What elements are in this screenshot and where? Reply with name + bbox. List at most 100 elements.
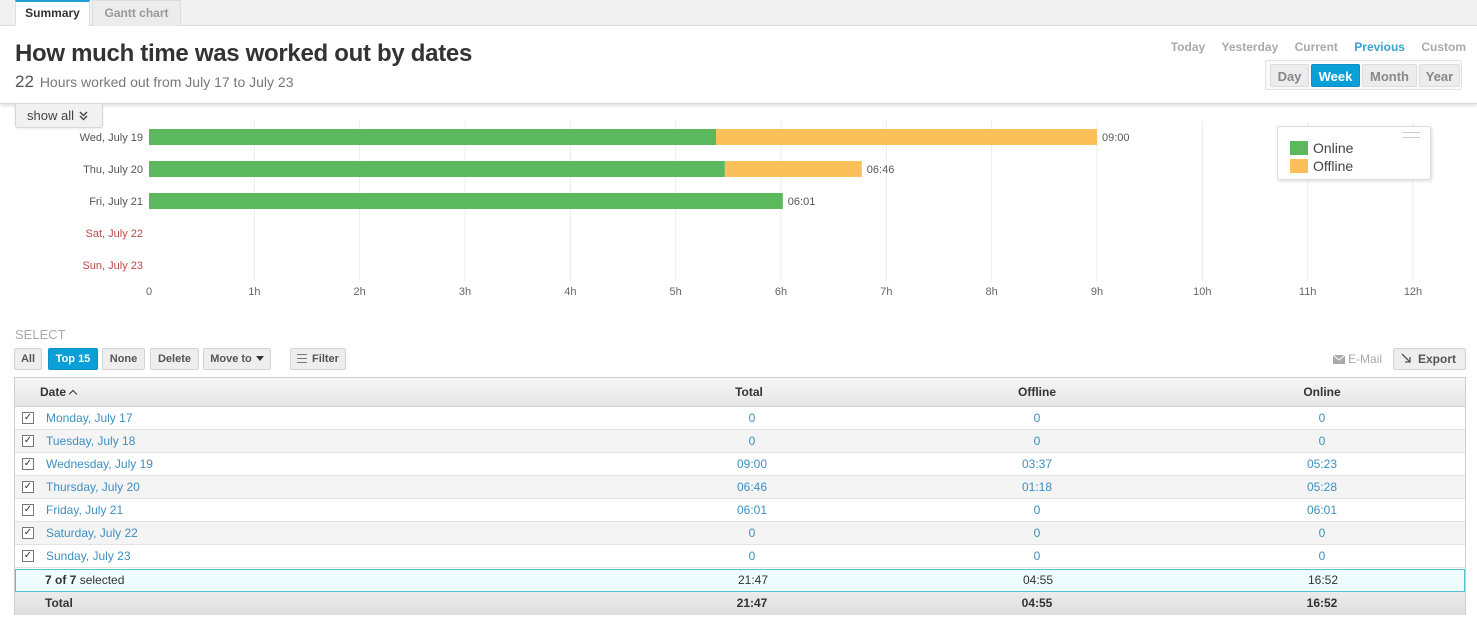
sort-ascending-icon <box>68 389 78 399</box>
hours-bar-chart: 0 1h 2h 3h 4h 5h 6h 7h 8h 9h 10h 11h 12h Wed, July 19… <box>80 121 1422 298</box>
y-category-label: Sun, July 23 <box>82 260 143 272</box>
table-row[interactable]: ✓ Friday, July 21 06:01 0 06:01 <box>15 499 1465 522</box>
select-all-button[interactable]: All <box>14 348 42 370</box>
legend-item-offline[interactable]: Offline <box>1290 158 1353 174</box>
delete-button[interactable]: Delete <box>150 348 199 370</box>
scale-year-button[interactable]: Year <box>1419 64 1460 87</box>
email-button[interactable]: E-Mail <box>1332 352 1383 366</box>
subtitle-text: Hours worked out from July 17 to July 23 <box>39 74 294 90</box>
filter-label: Filter <box>312 353 339 365</box>
row-date-link[interactable]: Saturday, July 22 <box>46 522 138 544</box>
row-total-link[interactable]: 06:01 <box>712 499 792 521</box>
row-checkbox[interactable]: ✓ <box>22 458 34 470</box>
period-current[interactable]: Current <box>1295 40 1338 54</box>
selected-summary-row: 7 of 7 selected 21:47 04:55 16:52 <box>15 569 1465 592</box>
row-date-link[interactable]: Sunday, July 23 <box>46 545 131 567</box>
row-date-link[interactable]: Thursday, July 20 <box>46 476 140 498</box>
x-tick-label: 6h <box>775 286 787 298</box>
select-top15-button[interactable]: Top 15 <box>48 348 98 370</box>
row-checkbox[interactable]: ✓ <box>22 481 34 493</box>
row-offline-link[interactable]: 0 <box>997 522 1077 544</box>
total-label: Total <box>45 596 73 610</box>
scale-month-button[interactable]: Month <box>1362 64 1417 87</box>
move-to-dropdown[interactable]: Move to <box>203 348 271 370</box>
tab-summary[interactable]: Summary <box>15 0 90 27</box>
row-online-link[interactable]: 06:01 <box>1282 499 1362 521</box>
legend-item-online[interactable]: Online <box>1290 140 1353 156</box>
filter-button[interactable]: Filter <box>290 348 346 370</box>
select-label: SELECT <box>15 327 66 342</box>
scale-week-button[interactable]: Week <box>1311 64 1360 87</box>
row-offline-link[interactable]: 0 <box>997 430 1077 452</box>
table-row[interactable]: ✓ Thursday, July 20 06:46 01:18 05:28 <box>15 476 1465 499</box>
row-online-link[interactable]: 0 <box>1282 545 1362 567</box>
select-none-button[interactable]: None <box>102 348 145 370</box>
row-date-link[interactable]: Friday, July 21 <box>46 499 123 521</box>
selected-count-value: 7 of 7 <box>45 573 77 587</box>
period-today[interactable]: Today <box>1171 40 1205 54</box>
report-header: How much time was worked out by dates 22… <box>0 26 1477 104</box>
period-links: Today Yesterday Current Previous Custom <box>1158 40 1466 54</box>
bar-online <box>149 129 717 145</box>
x-tick-label: 3h <box>459 286 471 298</box>
legend-label-online: Online <box>1313 140 1354 156</box>
bar-online <box>149 161 725 177</box>
row-online-link[interactable]: 05:23 <box>1282 453 1362 475</box>
export-arrow-icon <box>1401 353 1411 363</box>
row-offline-link[interactable]: 0 <box>997 407 1077 429</box>
row-total-link[interactable]: 0 <box>712 430 792 452</box>
page-subtitle: 22 Hours worked out from July 17 to July… <box>15 72 293 92</box>
bar-online <box>149 193 783 209</box>
export-label: Export <box>1418 352 1457 366</box>
row-offline-link[interactable]: 0 <box>997 545 1077 567</box>
row-total-link[interactable]: 0 <box>712 407 792 429</box>
table-row[interactable]: ✓ Tuesday, July 18 0 0 0 <box>15 430 1465 453</box>
selected-offline: 04:55 <box>1022 573 1054 587</box>
tab-gantt-chart[interactable]: Gantt chart <box>92 0 181 26</box>
table-row[interactable]: ✓ Saturday, July 22 0 0 0 <box>15 522 1465 545</box>
row-online-link[interactable]: 0 <box>1282 407 1362 429</box>
row-checkbox[interactable]: ✓ <box>22 527 34 539</box>
row-online-link[interactable]: 0 <box>1282 430 1362 452</box>
email-label: E-Mail <box>1348 352 1383 366</box>
bar-data-label: 06:01 <box>788 196 816 208</box>
bar-data-label: 09:00 <box>1102 132 1130 144</box>
legend-swatch-offline <box>1290 159 1308 173</box>
row-online-link[interactable]: 05:28 <box>1282 476 1362 498</box>
row-checkbox[interactable]: ✓ <box>22 412 34 424</box>
filter-icon <box>297 354 308 363</box>
selected-online: 16:52 <box>1307 573 1339 587</box>
row-offline-link[interactable]: 01:18 <box>997 476 1077 498</box>
row-total-link[interactable]: 09:00 <box>712 453 792 475</box>
period-previous[interactable]: Previous <box>1354 40 1405 54</box>
scale-day-button[interactable]: Day <box>1270 64 1309 87</box>
row-date-link[interactable]: Tuesday, July 18 <box>46 430 135 452</box>
row-online-link[interactable]: 0 <box>1282 522 1362 544</box>
row-date-link[interactable]: Monday, July 17 <box>46 407 133 429</box>
row-offline-link[interactable]: 0 <box>997 499 1077 521</box>
col-date-header[interactable]: Date <box>40 378 78 407</box>
col-online-header[interactable]: Online <box>1282 378 1362 407</box>
table-row[interactable]: ✓ Sunday, July 23 0 0 0 <box>15 545 1465 568</box>
col-date-label: Date <box>40 385 67 399</box>
col-total-header[interactable]: Total <box>709 378 789 407</box>
col-offline-header[interactable]: Offline <box>997 378 1077 407</box>
period-custom[interactable]: Custom <box>1421 40 1466 54</box>
page-title: How much time was worked out by dates <box>15 40 472 67</box>
row-checkbox[interactable]: ✓ <box>22 504 34 516</box>
export-button[interactable]: Export <box>1393 348 1466 370</box>
row-offline-link[interactable]: 03:37 <box>997 453 1077 475</box>
table-row[interactable]: ✓ Wednesday, July 19 09:00 03:37 05:23 <box>15 453 1465 476</box>
table-row[interactable]: ✓ Monday, July 17 0 0 0 <box>15 407 1465 430</box>
y-category-label: Wed, July 19 <box>80 132 143 144</box>
period-yesterday[interactable]: Yesterday <box>1222 40 1279 54</box>
row-checkbox[interactable]: ✓ <box>22 435 34 447</box>
caret-down-icon <box>255 356 264 361</box>
row-total-link[interactable]: 0 <box>712 545 792 567</box>
move-to-label: Move to <box>210 353 252 365</box>
row-total-link[interactable]: 0 <box>712 522 792 544</box>
row-total-link[interactable]: 06:46 <box>712 476 792 498</box>
legend-drag-handle[interactable] <box>1402 132 1420 138</box>
row-checkbox[interactable]: ✓ <box>22 550 34 562</box>
row-date-link[interactable]: Wednesday, July 19 <box>46 453 153 475</box>
